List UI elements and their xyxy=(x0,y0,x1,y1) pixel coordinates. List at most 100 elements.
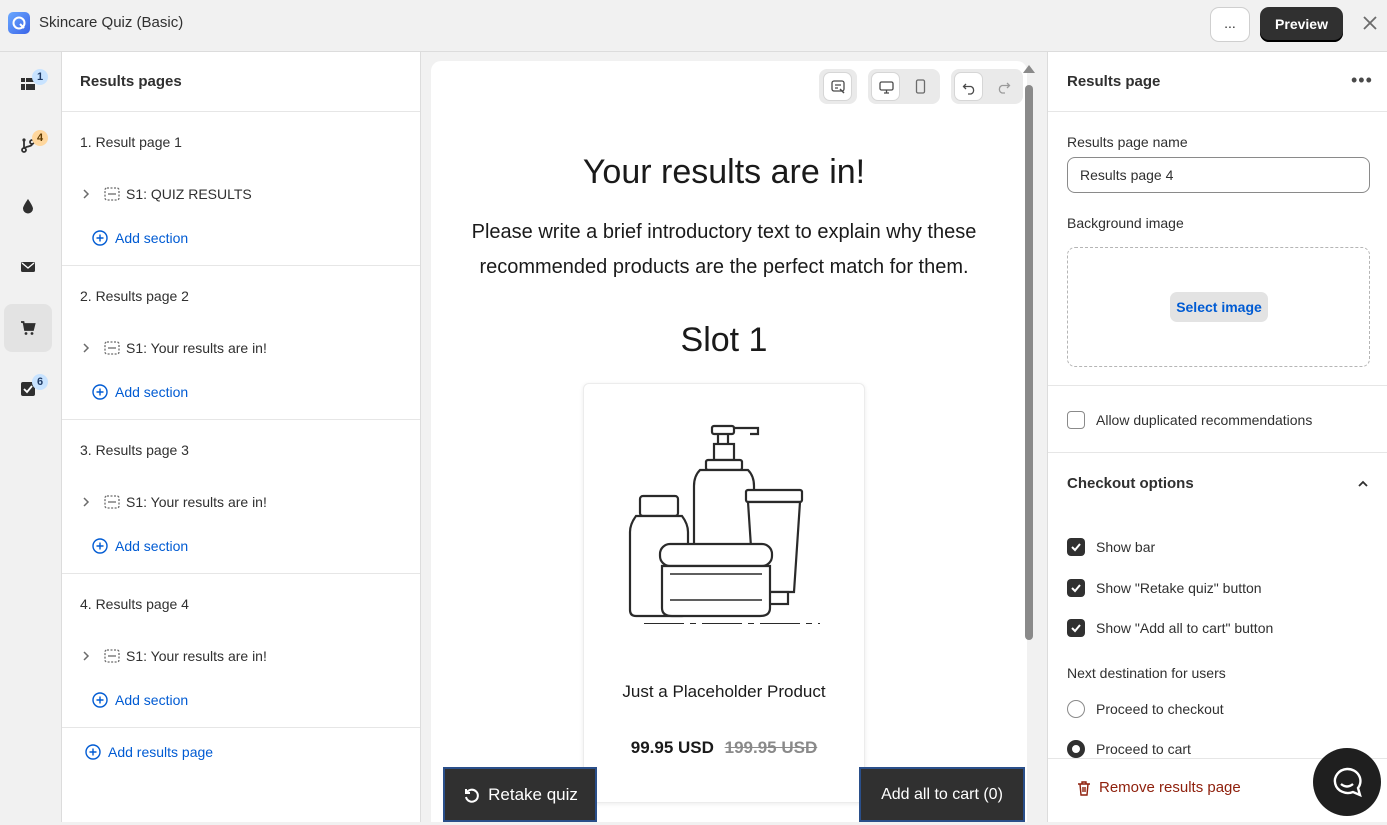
chevron-right-icon[interactable] xyxy=(80,188,92,200)
icon-rail: 1 4 6 xyxy=(0,52,62,822)
preview-scrollbar[interactable] xyxy=(1023,65,1035,825)
section-label: S1: Your results are in! xyxy=(126,494,267,510)
chevron-right-icon[interactable] xyxy=(80,496,92,508)
close-icon[interactable] xyxy=(1360,13,1380,33)
add-results-page-button[interactable]: Add results page xyxy=(85,744,213,760)
remove-results-page-label: Remove results page xyxy=(1099,779,1241,796)
add-section-button[interactable]: Add section xyxy=(92,538,188,554)
allow-duplicated-option[interactable]: Allow duplicated recommendations xyxy=(1067,411,1312,429)
chat-icon xyxy=(1333,767,1362,798)
checkout-bar: Retake quiz Add all to cart (0) xyxy=(443,767,1025,822)
section-item[interactable]: S1: Your results are in! xyxy=(80,494,267,510)
rail-branching[interactable]: 4 xyxy=(4,121,52,169)
dest-cart-option[interactable]: Proceed to cart xyxy=(1067,740,1191,758)
cart-icon xyxy=(21,321,36,335)
show-retake-option[interactable]: Show "Retake quiz" button xyxy=(1067,579,1262,597)
select-image-button[interactable]: Select image xyxy=(1170,292,1268,322)
settings-header: Results page ••• xyxy=(1048,52,1387,112)
next-destination-label: Next destination for users xyxy=(1067,665,1226,681)
section-icon xyxy=(104,341,120,355)
results-page-title[interactable]: 3. Results page 3 xyxy=(80,442,189,458)
add-results-page-label: Add results page xyxy=(108,744,214,760)
dest-checkout-label: Proceed to checkout xyxy=(1096,701,1224,717)
dest-cart-radio[interactable] xyxy=(1067,740,1085,758)
results-page-title[interactable]: 4. Results page 4 xyxy=(80,596,189,612)
rail-results[interactable] xyxy=(4,304,52,352)
show-bar-option[interactable]: Show bar xyxy=(1067,538,1155,556)
remove-results-page-button[interactable]: Remove results page xyxy=(1076,779,1241,796)
add-section-button[interactable]: Add section xyxy=(92,692,188,708)
section-item[interactable]: S1: Your results are in! xyxy=(80,648,267,664)
plus-circle-icon xyxy=(92,384,108,400)
background-image-dropzone[interactable]: Select image xyxy=(1067,247,1370,367)
more-horizontal-icon[interactable]: ••• xyxy=(1351,70,1373,91)
scroll-thumb[interactable] xyxy=(1025,85,1033,640)
inspect-toolbar xyxy=(819,69,857,104)
chevron-right-icon[interactable] xyxy=(80,342,92,354)
add-section-button[interactable]: Add section xyxy=(92,384,188,400)
dest-checkout-option[interactable]: Proceed to checkout xyxy=(1067,700,1224,718)
mail-icon xyxy=(21,262,35,272)
rail-badge: 1 xyxy=(32,69,48,85)
results-pages-panel: Results pages 1. Result page 1 S1: QUIZ … xyxy=(62,52,421,822)
rail-styles[interactable] xyxy=(4,182,52,230)
preview-canvas[interactable]: Your results are in! Please write a brie… xyxy=(431,61,1027,822)
plus-circle-icon xyxy=(85,744,101,760)
device-toggle xyxy=(868,69,940,104)
show-bar-checkbox[interactable] xyxy=(1067,538,1085,556)
results-page-group: 2. Results page 2 S1: Your results are i… xyxy=(62,266,420,420)
mobile-view-button[interactable] xyxy=(906,72,935,101)
inspect-icon xyxy=(831,80,845,94)
dest-checkout-radio[interactable] xyxy=(1067,700,1085,718)
top-bar: Skincare Quiz (Basic) ... Preview xyxy=(0,0,1387,52)
add-all-to-cart-button[interactable]: Add all to cart (0) xyxy=(859,767,1025,822)
rail-tasks[interactable]: 6 xyxy=(4,365,52,413)
results-page-name-input[interactable] xyxy=(1067,157,1370,193)
intro-text: Please write a brief introductory text t… xyxy=(471,221,977,278)
background-image-label: Background image xyxy=(1067,215,1184,231)
app-title: Skincare Quiz (Basic) xyxy=(39,14,184,31)
scroll-up-icon[interactable] xyxy=(1023,65,1035,73)
results-page-title[interactable]: 2. Results page 2 xyxy=(80,288,189,304)
more-actions-button[interactable]: ... xyxy=(1210,7,1250,42)
show-add-all-option[interactable]: Show "Add all to cart" button xyxy=(1067,619,1273,637)
section-label: S1: Your results are in! xyxy=(126,340,267,356)
section-item[interactable]: S1: Your results are in! xyxy=(80,340,267,356)
show-add-all-checkbox[interactable] xyxy=(1067,619,1085,637)
show-retake-label: Show "Retake quiz" button xyxy=(1096,580,1262,596)
settings-panel: Results page ••• Results page name Backg… xyxy=(1047,52,1387,822)
results-page-title[interactable]: 1. Result page 1 xyxy=(80,134,182,150)
show-bar-label: Show bar xyxy=(1096,539,1156,555)
section-icon xyxy=(104,495,120,509)
add-section-button[interactable]: Add section xyxy=(92,230,188,246)
results-page-name-label: Results page name xyxy=(1067,134,1188,150)
results-page-group: 1. Result page 1 S1: QUIZ RESULTS Add se… xyxy=(62,112,420,266)
redo-button[interactable] xyxy=(989,72,1018,101)
chevron-up-icon[interactable] xyxy=(1356,477,1370,491)
product-price: 99.95 USD 199.95 USD xyxy=(584,738,864,758)
add-section-label: Add section xyxy=(115,538,189,554)
undo-button[interactable] xyxy=(954,72,983,101)
preview-area: Your results are in! Please write a brie… xyxy=(421,52,1047,822)
checkout-options-title[interactable]: Checkout options xyxy=(1067,475,1194,492)
allow-duplicated-checkbox[interactable] xyxy=(1067,411,1085,429)
retake-icon xyxy=(465,788,479,803)
trash-icon xyxy=(1078,780,1090,796)
show-retake-checkbox[interactable] xyxy=(1067,579,1085,597)
desktop-view-button[interactable] xyxy=(871,72,900,101)
preview-button[interactable]: Preview xyxy=(1260,7,1343,42)
retake-quiz-label: Retake quiz xyxy=(488,784,578,804)
inspect-button[interactable] xyxy=(823,72,852,101)
slot-title: Slot 1 xyxy=(680,321,768,359)
rail-email[interactable] xyxy=(4,243,52,291)
plus-circle-icon xyxy=(92,230,108,246)
section-item[interactable]: S1: QUIZ RESULTS xyxy=(80,186,252,202)
settings-title: Results page xyxy=(1067,73,1161,90)
retake-quiz-button[interactable]: Retake quiz xyxy=(443,767,597,822)
chat-launcher-button[interactable] xyxy=(1313,748,1381,816)
rail-overview[interactable]: 1 xyxy=(4,60,52,108)
desktop-icon xyxy=(879,81,894,94)
chevron-right-icon[interactable] xyxy=(80,650,92,662)
product-card[interactable]: Just a Placeholder Product 99.95 USD 199… xyxy=(583,383,865,803)
divider xyxy=(1048,452,1387,453)
